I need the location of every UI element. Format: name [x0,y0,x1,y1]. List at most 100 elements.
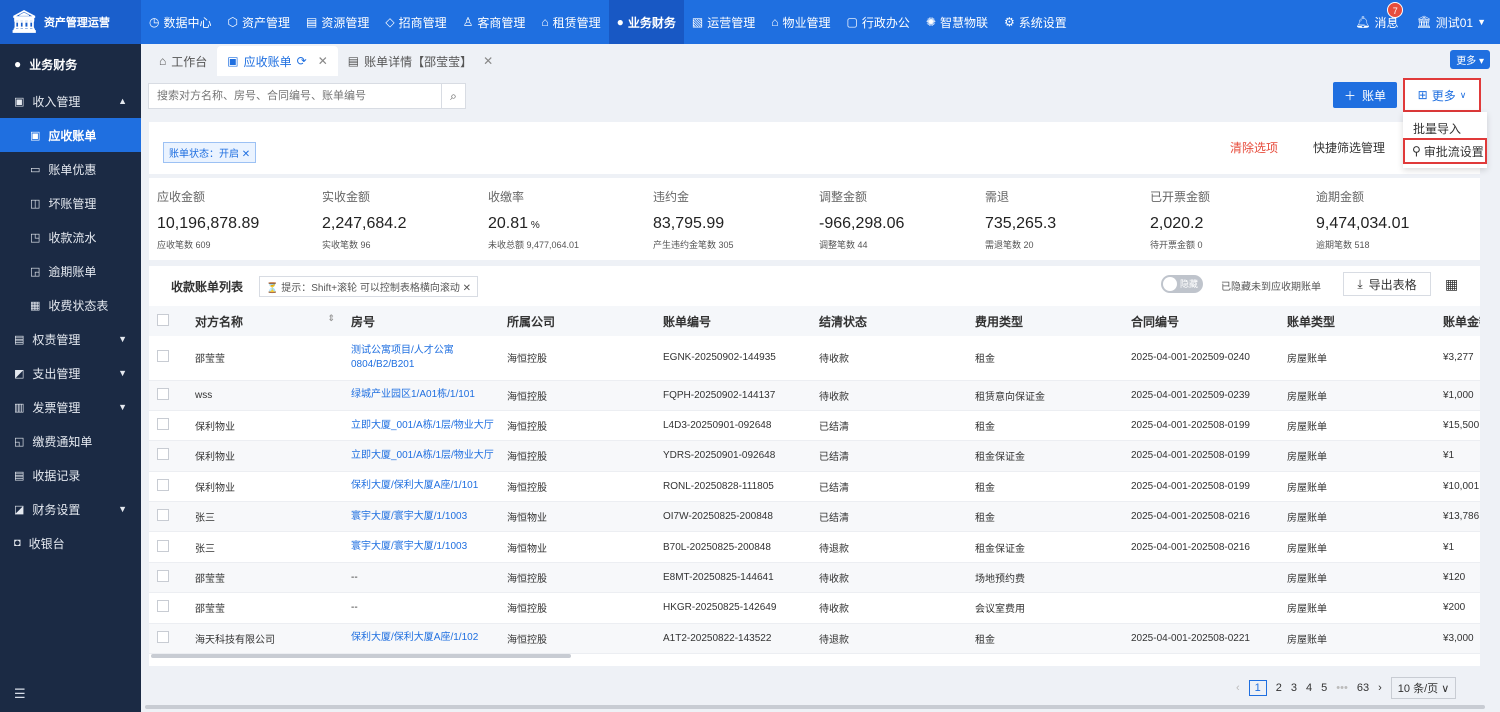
sidebar-item-receipt-record[interactable]: ▤ 收据记录 [0,458,141,492]
cell-room[interactable]: 保利大厦/保利大厦A座/1/102 [343,623,499,655]
sidebar-item-cashier[interactable]: ◘ 收银台 [0,526,141,560]
nav-lease[interactable]: ⌂ 租赁管理 [533,0,608,44]
page-1[interactable]: 1 [1248,680,1267,696]
table-horizontal-scrollbar[interactable] [151,654,571,658]
row-checkbox[interactable] [157,630,169,643]
batch-import-item[interactable]: 批量导入 [1413,120,1461,137]
sidebar-item-receipt-flow[interactable]: ◳ 收款流水 [0,220,141,254]
cell-room[interactable]: 寰宇大厦/寰宇大厦/1/1003 [343,501,499,533]
table-row[interactable]: wss 绿城产业园区1/A01栋/1/101 海恒控股 FQPH-20250902-1… [149,380,1480,411]
search-input[interactable] [149,84,441,108]
table-row[interactable]: 邵莹莹 测试公寓项目/人才公寓0804/B2/B201 海恒控股 EGNK-20250… [149,336,1480,381]
close-icon[interactable]: ✕ [483,54,493,68]
nav-data-center[interactable]: ◷ 数据中心 [141,0,220,44]
row-checkbox[interactable] [157,539,169,552]
sidebar-group-expense[interactable]: ◩ 支出管理 ▼ [0,356,141,390]
nav-finance[interactable]: ● 业务财务 [608,0,684,44]
tab-bill-detail[interactable]: ▤ 账单详情【邵莹莹】 ✕ [338,46,503,76]
bank-icon: 🏛 [1416,15,1432,29]
sidebar-section-title[interactable]: ● 业务财务 [0,44,141,84]
nav-investment[interactable]: ◇ 招商管理 [377,0,454,44]
page-size-select[interactable]: 10 条/页 ∨ [1390,677,1457,699]
table-row[interactable]: 保利物业 立即大厦_001/A栋/1层/物业大厅 海恒控股 L4D3-20250901… [149,410,1480,442]
collapse-menu-icon[interactable]: ☰ [14,686,26,702]
row-checkbox[interactable] [157,448,169,461]
table-row[interactable]: 保利物业 立即大厦_001/A栋/1层/物业大厅 海恒控股 YDRS-20250901… [149,440,1480,472]
add-bill-button[interactable]: ＋ 账单 [1333,82,1397,108]
table-row[interactable]: 保利物业 保利大厦/保利大厦A座/1/101 海恒控股 RONL-20250828-1… [149,471,1480,503]
column-settings-icon[interactable]: ▦ [1445,276,1458,293]
page-2[interactable]: 2 [1276,682,1282,694]
page-5[interactable]: 5 [1321,682,1327,694]
sidebar-item-discount[interactable]: ▭ 账单优惠 [0,152,141,186]
sidebar-group-finance-settings[interactable]: ◪ 财务设置 ▼ [0,492,141,526]
close-icon[interactable]: ✕ [242,149,250,160]
sort-icon[interactable]: ⇕ [327,313,335,324]
cell-bill-type: 房屋账单 [1279,410,1435,442]
row-checkbox[interactable] [157,570,169,583]
sidebar-group-accrual[interactable]: ▤ 权责管理 ▼ [0,322,141,356]
checkbox[interactable] [157,313,169,326]
table-row[interactable]: 海天科技有限公司 保利大厦/保利大厦A座/1/102 海恒控股 A1T2-202508… [149,623,1480,655]
quick-filter-link[interactable]: 快捷筛选管理 [1313,139,1385,156]
close-icon[interactable]: ✕ [318,54,328,68]
search-icon[interactable]: ⌕ [441,84,465,108]
nav-settings[interactable]: ⚙ 系统设置 [996,0,1075,44]
cell-room[interactable]: 绿城产业园区1/A01栋/1/101 [343,380,499,411]
sidebar-item-overdue[interactable]: ◲ 逾期账单 [0,254,141,288]
cell-room[interactable]: 保利大厦/保利大厦A座/1/101 [343,471,499,503]
stat-collection-rate: 收缴率 20.81 % 未收总额 9,477,064.01 [488,188,579,251]
stat-number: -966,298.06 [819,215,905,232]
table-row[interactable]: 张三 寰宇大厦/寰宇大厦/1/1003 海恒物业 B70L-20250825-2008… [149,531,1480,563]
page-horizontal-scrollbar[interactable] [145,705,1485,709]
nav-operation[interactable]: ▧ 运营管理 [684,0,763,44]
table-row[interactable]: 张三 寰宇大厦/寰宇大厦/1/1003 海恒物业 OI7W-20250825-2008… [149,501,1480,533]
row-checkbox[interactable] [157,600,169,613]
nav-customer[interactable]: ♙ 客商管理 [455,0,534,44]
sidebar-item-payment-notice[interactable]: ◱ 缴费通知单 [0,424,141,458]
sidebar-group-invoice[interactable]: ▥ 发票管理 ▼ [0,390,141,424]
tab-receivable[interactable]: ▣ 应收账单 ⟳ ✕ [217,46,338,76]
sidebar-group-income[interactable]: ▣ 收入管理 ▲ [0,84,141,118]
app-logo[interactable]: 🏛 资产管理运营 [0,0,141,44]
next-page-icon[interactable]: › [1378,682,1382,694]
clear-filters-link[interactable]: 清除选项 [1230,139,1278,156]
row-checkbox[interactable] [157,387,169,400]
refresh-icon[interactable]: ⟳ [297,54,307,68]
tabs-more-button[interactable]: 更多 ▾ [1450,50,1490,69]
nav-iot[interactable]: ✺ 智慧物联 [918,0,996,44]
nav-property[interactable]: ⌂ 物业管理 [763,0,838,44]
nav-office[interactable]: ▢ 行政办公 [839,0,918,44]
page-4[interactable]: 4 [1306,682,1312,694]
row-checkbox[interactable] [157,478,169,491]
hide-toggle[interactable]: 隐藏 [1161,275,1203,293]
messages-button[interactable]: 🔔︎ 消息 7 [1355,1,1404,31]
page-3[interactable]: 3 [1291,682,1297,694]
select-all-checkbox[interactable] [149,306,187,336]
row-checkbox[interactable] [157,418,169,431]
export-button[interactable]: ⤓ 导出表格 [1343,272,1431,296]
prev-page-icon[interactable]: ‹ [1236,682,1240,694]
nav-asset[interactable]: ⬡ 资产管理 [220,0,299,44]
sidebar-item-bad-debt[interactable]: ◫ 坏账管理 [0,186,141,220]
row-checkbox[interactable] [157,350,169,363]
row-checkbox[interactable] [157,509,169,522]
more-button[interactable]: ⊞ 更多 ∨ [1403,78,1481,112]
page-last[interactable]: 63 [1357,682,1369,694]
cell-room[interactable]: 立即大厦_001/A栋/1层/物业大厅 [343,440,499,472]
sidebar-item-receivable[interactable]: ▣ 应收账单 [0,118,141,152]
tab-workbench[interactable]: ⌂ 工作台 [149,46,217,76]
sidebar-item-charge-status[interactable]: ▦ 收费状态表 [0,288,141,322]
close-icon[interactable]: ✕ [463,283,471,294]
user-menu[interactable]: 🏛 测试01 ▼ [1416,14,1486,31]
filter-chip[interactable]: 账单状态：开启 ✕ [163,142,257,163]
approval-settings-item[interactable]: ⚲ 审批流设置 [1403,138,1487,164]
nav-resource[interactable]: ▤ 资源管理 [298,0,377,44]
col-counterparty[interactable]: 对方名称 ⇕ [187,306,343,336]
cell-room[interactable]: 测试公寓项目/人才公寓0804/B2/B201 [343,336,499,381]
cell-room[interactable]: 立即大厦_001/A栋/1层/物业大厅 [343,410,499,442]
table-row[interactable]: 邵莹莹 -- 海恒控股 HKGR-20250825-142649 待收款 会议室费用 房屋账… [149,592,1480,624]
table-row[interactable]: 邵莹莹 -- 海恒控股 E8MT-20250825-144641 待收款 场地预约费 房屋账… [149,562,1480,594]
page-ellipsis[interactable]: ••• [1336,682,1348,694]
cell-room[interactable]: 寰宇大厦/寰宇大厦/1/1003 [343,531,499,563]
